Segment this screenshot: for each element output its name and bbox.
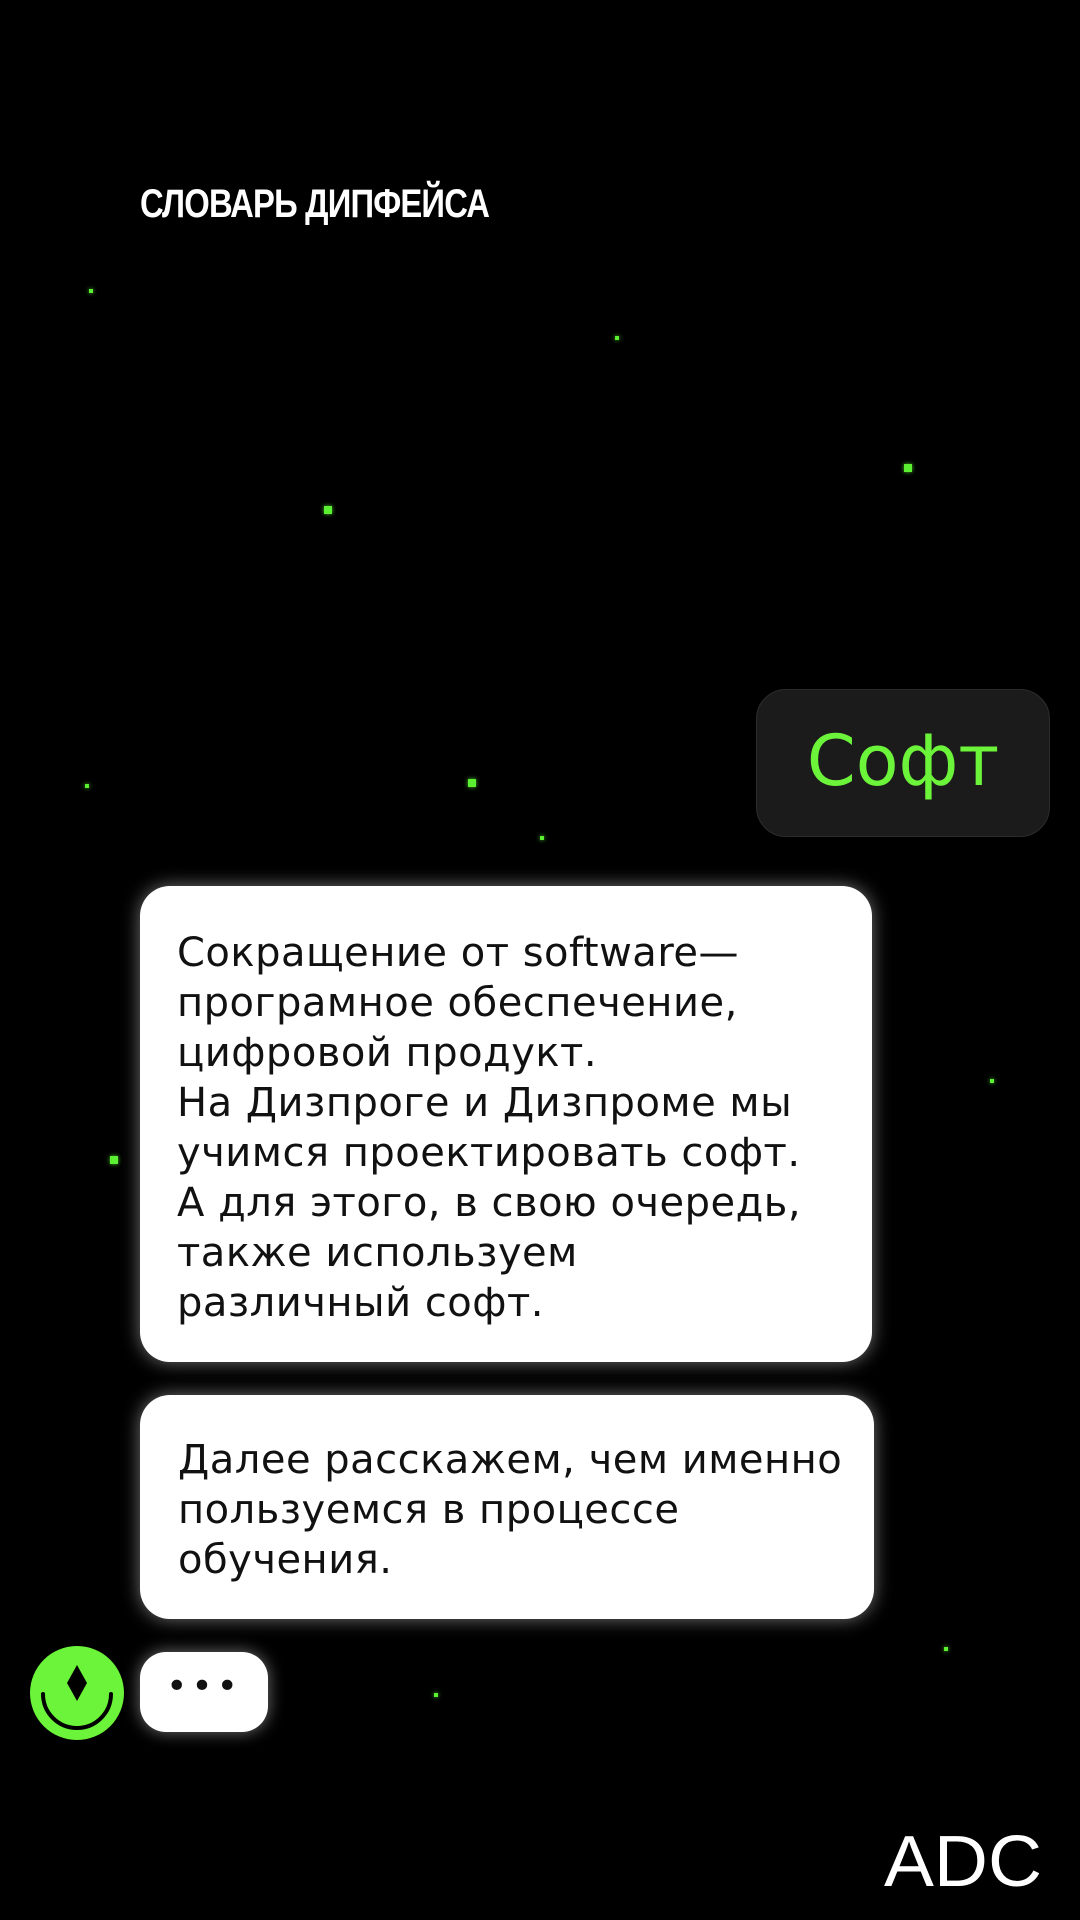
adc-logo: ADC <box>884 1832 1042 1890</box>
typing-dots: ••• <box>166 1666 242 1707</box>
star-dot <box>615 336 619 340</box>
smiley-diamond-icon <box>41 1665 113 1730</box>
star-dot <box>944 1647 948 1651</box>
followup-message-bubble: Далее расскажем, чем именно пользуемся в… <box>140 1395 874 1619</box>
message-line: пользуемся в процессе <box>178 1487 680 1533</box>
message-line: програмное обеспечение, <box>177 980 738 1026</box>
message-line: цифровой продукт. <box>177 1030 598 1076</box>
page-title: СЛОВАРЬ ДИПФЕЙСА <box>140 182 490 226</box>
star-dot <box>324 506 332 514</box>
message-line: Далее расскажем, чем именно <box>178 1437 843 1483</box>
message-line: А для этого, в свою очередь, <box>177 1180 802 1226</box>
star-dot <box>85 784 89 788</box>
star-dot <box>990 1079 994 1083</box>
message-line: Сокращение от software— <box>177 930 739 976</box>
star-dot <box>110 1156 118 1164</box>
definition-message-bubble: Сокращение от software— програмное обесп… <box>140 886 872 1362</box>
message-line: обучения. <box>178 1537 393 1583</box>
bot-avatar <box>30 1646 124 1740</box>
star-dot <box>540 836 544 840</box>
message-line: также используем <box>177 1230 578 1276</box>
typing-indicator: ••• <box>140 1652 268 1732</box>
logo-text: ADC <box>884 1832 1042 1890</box>
star-dot <box>468 779 476 787</box>
term-label: Софт <box>806 720 1000 802</box>
star-dot <box>89 289 93 293</box>
message-line: учимся проектировать софт. <box>177 1130 801 1176</box>
message-line: На Дизпроге и Дизпроме мы <box>177 1080 793 1126</box>
star-dot <box>904 464 912 472</box>
message-line: различный софт. <box>177 1280 544 1326</box>
term-bubble: Софт <box>756 689 1050 837</box>
star-dot <box>434 1693 438 1697</box>
